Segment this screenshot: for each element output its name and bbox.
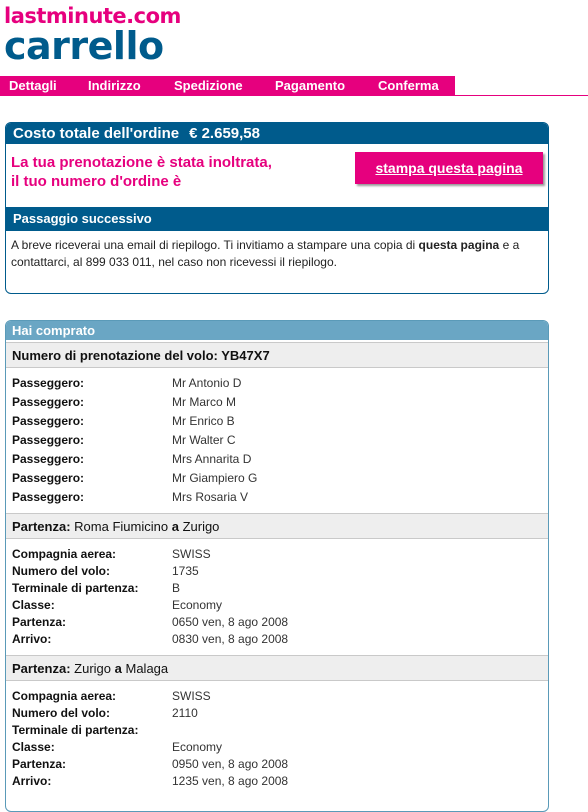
route-departure-label: Partenza: — [12, 661, 71, 676]
passenger-label: Passeggero: — [12, 395, 85, 409]
checkout-steps-nav: Dettagli Indirizzo Spedizione Pagamento … — [0, 76, 588, 96]
route-destination: Malaga — [125, 661, 169, 676]
booking-number-value: YB47X7 — [221, 348, 270, 363]
passenger-name: Mr Enrico B — [172, 414, 235, 428]
order-total-header: Costo totale dell'ordine € 2.659,58 — [6, 123, 548, 144]
booking-number-row: Numero di prenotazione del volo: YB47X7 — [6, 342, 548, 368]
confirmation-message: La tua prenotazione è stata inoltrata, i… — [11, 153, 331, 191]
route-connector: a — [171, 519, 179, 534]
flight-detail-value: 1735 — [172, 564, 199, 578]
passenger-row: Passeggero: Mr Marco M — [12, 394, 542, 411]
passenger-row: Passeggero: Mr Giampiero G — [12, 470, 542, 487]
passenger-row: Passeggero: Mr Antonio D — [12, 375, 542, 392]
passenger-label: Passeggero: — [12, 452, 85, 466]
flight-detail-row: Partenza: 0950 ven, 8 ago 2008 — [12, 756, 542, 773]
nav-step-dettagli[interactable]: Dettagli — [9, 76, 57, 96]
flight-detail-label: Partenza: — [12, 615, 67, 629]
passenger-label: Passeggero: — [12, 471, 85, 485]
flight-detail-value: 2110 — [172, 706, 198, 720]
passenger-row: Passeggero: Mr Enrico B — [12, 413, 542, 430]
purchase-box: Hai comprato Numero di prenotazione del … — [5, 320, 549, 812]
flight-detail-row: Partenza: 0650 ven, 8 ago 2008 — [12, 614, 542, 631]
nav-step-pagamento[interactable]: Pagamento — [275, 76, 345, 96]
passenger-label: Passeggero: — [12, 490, 85, 504]
passenger-name: Mr Giampiero G — [172, 471, 258, 485]
order-total-label: Costo totale dell'ordine — [13, 125, 180, 142]
flight-detail-value: SWISS — [172, 547, 211, 561]
flight-detail-value: 0950 ven, 8 ago 2008 — [172, 757, 289, 771]
nav-step-indirizzo[interactable]: Indirizzo — [88, 76, 141, 96]
passenger-name: Mrs Rosaria V — [172, 490, 249, 504]
flight-detail-label: Arrivo: — [12, 632, 52, 646]
next-step-heading: Passaggio successivo — [6, 207, 548, 231]
route-origin: Zurigo — [74, 661, 112, 676]
flight-detail-label: Partenza: — [12, 757, 67, 771]
flight-detail-label: Terminale di partenza: — [12, 581, 139, 595]
passenger-name: Mrs Annarita D — [172, 452, 252, 466]
flight-detail-row: Terminale di partenza: — [12, 722, 542, 739]
booking-number-label: Numero di prenotazione del volo: — [12, 348, 218, 363]
flight-2-route: Partenza: Zurigo a Malaga — [6, 655, 548, 681]
flight-detail-row: Arrivo: 0830 ven, 8 ago 2008 — [12, 631, 542, 648]
passenger-row: Passeggero: Mrs Annarita D — [12, 451, 542, 468]
print-page-button[interactable]: stampa questa pagina — [355, 152, 543, 184]
next-step-text: A breve riceverai una email di riepilogo… — [11, 237, 543, 271]
confirmation-line-2: il tuo numero d'ordine è — [11, 173, 182, 190]
flight-detail-value: 1235 ven, 8 ago 2008 — [172, 774, 289, 788]
logo-cart-title: carrello — [4, 24, 164, 68]
nav-step-conferma[interactable]: Conferma — [378, 76, 439, 96]
flight-detail-row: Numero del volo: 2110 — [12, 705, 542, 722]
flight-detail-label: Terminale di partenza: — [12, 723, 139, 737]
passenger-label: Passeggero: — [12, 414, 85, 428]
passenger-row: Passeggero: Mr Walter C — [12, 432, 542, 449]
flight-detail-value: B — [172, 581, 181, 595]
route-departure-label: Partenza: — [12, 519, 71, 534]
nav-divider — [455, 95, 588, 96]
passenger-name: Mr Marco M — [172, 395, 236, 409]
flight-detail-row: Classe: Economy — [12, 597, 542, 614]
flight-detail-row: Compagnia aerea: SWISS — [12, 688, 542, 705]
passenger-label: Passeggero: — [12, 376, 85, 390]
next-step-text-a: A breve riceverai una email di riepilogo… — [11, 238, 419, 252]
flight-detail-label: Classe: — [12, 740, 55, 754]
flight-detail-row: Classe: Economy — [12, 739, 542, 756]
passenger-name: Mr Antonio D — [172, 376, 242, 390]
flight-detail-label: Compagnia aerea: — [12, 547, 117, 561]
flight-detail-label: Numero del volo: — [12, 706, 111, 720]
purchase-heading: Hai comprato — [6, 321, 548, 340]
next-step-text-bold: questa pagina — [418, 238, 500, 252]
order-summary-box: Costo totale dell'ordine € 2.659,58 La tu… — [5, 122, 549, 294]
flight-1-route: Partenza: Roma Fiumicino a Zurigo — [6, 513, 548, 539]
confirmation-line-1: La tua prenotazione è stata inoltrata, — [11, 154, 272, 171]
flight-detail-value: 0830 ven, 8 ago 2008 — [172, 632, 289, 646]
flight-detail-value: Economy — [172, 740, 223, 754]
nav-step-spedizione[interactable]: Spedizione — [174, 76, 243, 96]
flight-detail-label: Arrivo: — [12, 774, 52, 788]
flight-detail-row: Numero del volo: 1735 — [12, 563, 542, 580]
flight-detail-row: Arrivo: 1235 ven, 8 ago 2008 — [12, 773, 542, 790]
passenger-label: Passeggero: — [12, 433, 85, 447]
flight-detail-value: SWISS — [172, 689, 211, 703]
flight-detail-label: Numero del volo: — [12, 564, 111, 578]
route-connector: a — [114, 661, 122, 676]
passenger-row: Passeggero: Mrs Rosaria V — [12, 489, 542, 506]
flight-detail-label: Classe: — [12, 598, 55, 612]
route-origin: Roma Fiumicino — [74, 519, 169, 534]
flight-detail-label: Compagnia aerea: — [12, 689, 117, 703]
order-total-amount: € 2.659,58 — [189, 125, 260, 142]
flight-detail-value: Economy — [172, 598, 223, 612]
flight-detail-row: Terminale di partenza: B — [12, 580, 542, 597]
flight-detail-value: 0650 ven, 8 ago 2008 — [172, 615, 289, 629]
passenger-name: Mr Walter C — [172, 433, 236, 447]
flight-detail-row: Compagnia aerea: SWISS — [12, 546, 542, 563]
route-destination: Zurigo — [182, 519, 220, 534]
